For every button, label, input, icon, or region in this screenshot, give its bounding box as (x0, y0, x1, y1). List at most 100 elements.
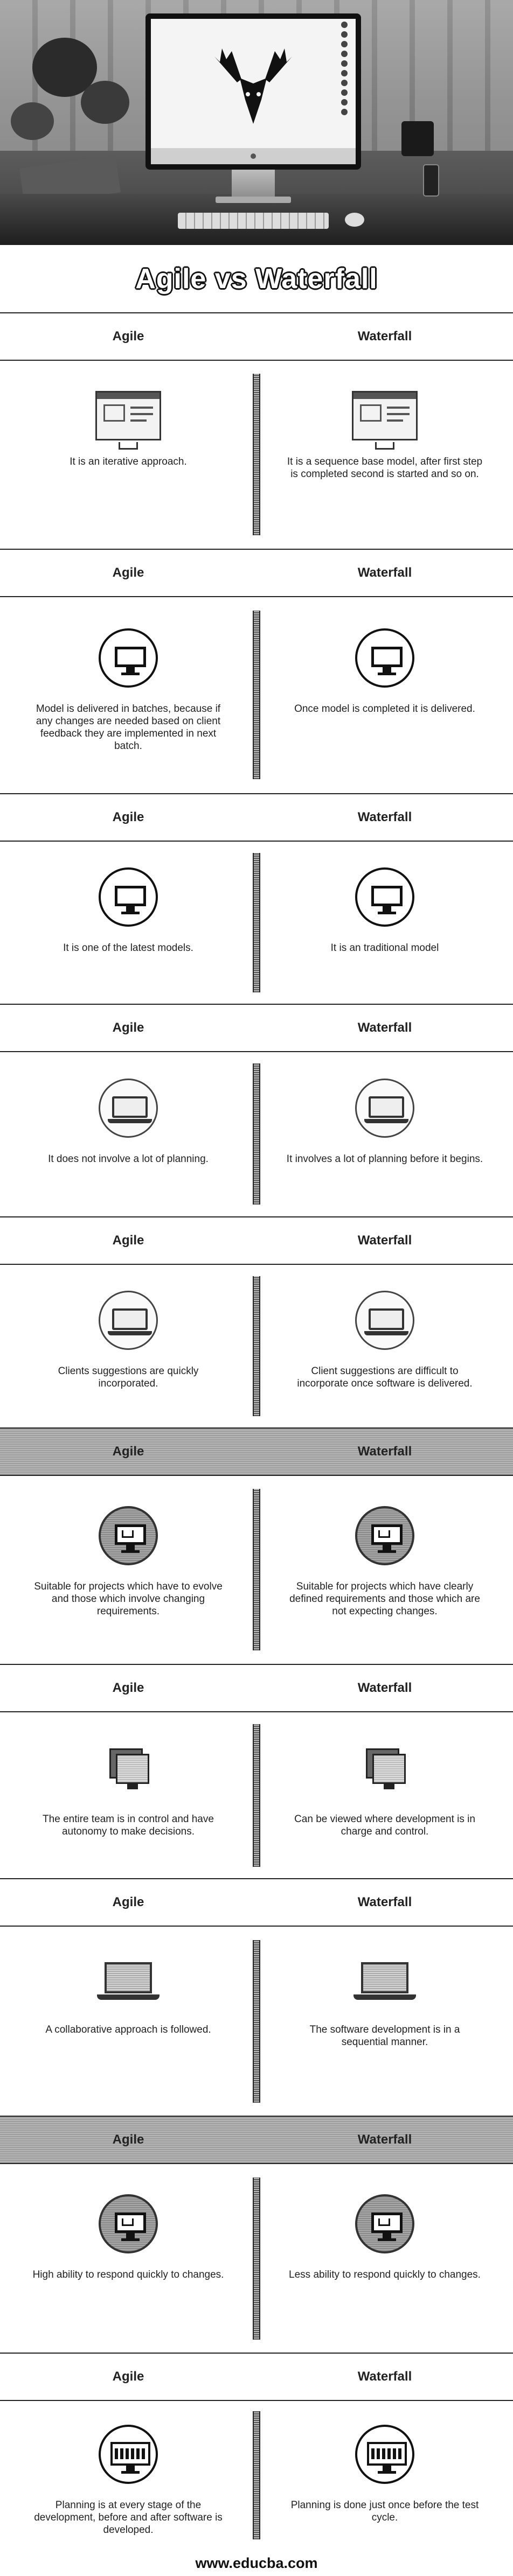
app-icon (341, 22, 348, 28)
column-header-waterfall: Waterfall (357, 1020, 412, 1035)
column-header-agile: Agile (112, 2132, 144, 2147)
column-header-waterfall: Waterfall (357, 810, 412, 824)
comparison-row: Planning is at every stage of the develo… (0, 2401, 513, 2550)
agile-description: High ability to respond quickly to chang… (32, 2269, 224, 2280)
monitor-base (216, 197, 291, 203)
column-header-waterfall: Waterfall (357, 1681, 412, 1695)
waterfall-cell: It is a sequence base model, after first… (256, 391, 513, 480)
grey-circle-monitor-icon (355, 1506, 414, 1565)
app-icon (341, 41, 348, 47)
laptop-icon (99, 1291, 158, 1350)
grey-circle-monitor-icon (99, 1506, 158, 1565)
agile-description: Model is delivered in batches, because i… (36, 703, 221, 752)
agile-cell: High ability to respond quickly to chang… (0, 2194, 256, 2281)
agile-description: It is one of the latest models. (63, 942, 193, 954)
column-header-agile: Agile (112, 2369, 144, 2384)
waterfall-cell: Suitable for projects which have clearly… (256, 1506, 513, 1618)
mouse (345, 213, 364, 227)
agile-description: Suitable for projects which have to evol… (34, 1581, 223, 1617)
circle-monitor-icon (355, 867, 414, 927)
laptop-icon (355, 1291, 414, 1350)
column-header-row: Agile Waterfall (0, 549, 513, 597)
app-icon (341, 99, 348, 106)
plain-laptop-icon (352, 1957, 417, 2008)
column-header-agile: Agile (112, 1681, 144, 1695)
comparison-row: Suitable for projects which have to evol… (0, 1476, 513, 1664)
waterfall-description: Client suggestions are difficult to inco… (297, 1366, 473, 1389)
comparison-row: The entire team is in control and have a… (0, 1712, 513, 1878)
agile-description: A collaborative approach is followed. (45, 2024, 211, 2035)
agile-cell: Model is delivered in batches, because i… (0, 628, 256, 752)
agile-description: The entire team is in control and have a… (43, 1814, 214, 1837)
circle-monitor-icon (99, 628, 158, 688)
waterfall-description: Planning is done just once before the te… (290, 2500, 479, 2523)
waterfall-description: It is a sequence base model, after first… (287, 456, 483, 480)
column-header-waterfall: Waterfall (357, 1895, 412, 1909)
monitor-screen (151, 19, 356, 148)
column-header-row: Agile Waterfall (0, 793, 513, 842)
waterfall-cell: Less ability to respond quickly to chang… (256, 2194, 513, 2281)
waterfall-cell: Client suggestions are difficult to inco… (256, 1291, 513, 1390)
column-header-waterfall: Waterfall (357, 329, 412, 344)
hero-monitor (145, 13, 361, 170)
waterfall-description: Can be viewed where development is in ch… (294, 1814, 475, 1837)
grey-circle-monitor-icon (355, 2194, 414, 2253)
monitor-window-icon (352, 391, 418, 450)
waterfall-cell: Planning is done just once before the te… (256, 2425, 513, 2524)
comparison-row: Model is delivered in batches, because i… (0, 597, 513, 793)
app-icon (341, 70, 348, 76)
stacked-monitor-icon (99, 1739, 158, 1798)
circle-monitor-icon (355, 628, 414, 688)
column-header-waterfall: Waterfall (357, 1233, 412, 1248)
dock-icons (337, 22, 353, 118)
app-icon (341, 109, 348, 115)
waterfall-cell: The software development is in a sequent… (256, 1957, 513, 2048)
agile-description: Planning is at every stage of the develo… (34, 2500, 223, 2536)
app-icon (341, 31, 348, 38)
busy-monitor-icon (355, 2425, 414, 2484)
waterfall-description: Once model is completed it is delivered. (294, 703, 475, 715)
title-bar: Agile vs Waterfall (0, 245, 513, 312)
agile-description: It is an iterative approach. (70, 456, 187, 467)
waterfall-description: Suitable for projects which have clearly… (289, 1581, 480, 1617)
comparison-row: It does not involve a lot of planning. It… (0, 1052, 513, 1216)
agile-cell: Suitable for projects which have to evol… (0, 1506, 256, 1618)
column-header-waterfall: Waterfall (357, 1444, 412, 1459)
column-header-agile: Agile (112, 1895, 144, 1909)
waterfall-description: Less ability to respond quickly to chang… (289, 2269, 481, 2280)
column-header-agile: Agile (112, 1020, 144, 1035)
column-header-row: Agile Waterfall (0, 2116, 513, 2164)
column-header-row: Agile Waterfall (0, 1427, 513, 1476)
waterfall-cell: It involves a lot of planning before it … (256, 1079, 513, 1165)
comparison-row: High ability to respond quickly to chang… (0, 2164, 513, 2353)
column-header-agile: Agile (112, 329, 144, 344)
comparison-row: It is an iterative approach. It is a sequ… (0, 361, 513, 549)
laptop-icon (355, 1079, 414, 1138)
agile-cell: It does not involve a lot of planning. (0, 1079, 256, 1165)
monitor-window-icon (95, 391, 161, 450)
camera-decoration (401, 121, 434, 156)
column-header-agile: Agile (112, 1444, 144, 1459)
column-header-row: Agile Waterfall (0, 1664, 513, 1712)
column-header-agile: Agile (112, 810, 144, 824)
phone-decoration (423, 164, 439, 197)
hero-illustration (0, 0, 513, 245)
comparison-row: It is one of the latest models. It is an … (0, 842, 513, 1004)
waterfall-cell: Can be viewed where development is in ch… (256, 1739, 513, 1838)
busy-monitor-icon (99, 2425, 158, 2484)
app-icon (341, 89, 348, 96)
agile-cell: A collaborative approach is followed. (0, 1957, 256, 2036)
column-header-agile: Agile (112, 565, 144, 580)
agile-cell: It is an iterative approach. (0, 391, 256, 468)
column-header-row: Agile Waterfall (0, 1004, 513, 1052)
comparison-row: A collaborative approach is followed. The… (0, 1927, 513, 2116)
footer-url: www.educba.com (195, 2554, 318, 2571)
plain-laptop-icon (96, 1957, 161, 2008)
waterfall-description: It is an traditional model (330, 942, 439, 954)
laptop-icon (99, 1079, 158, 1138)
waterfall-cell: It is an traditional model (256, 867, 513, 954)
agile-cell: It is one of the latest models. (0, 867, 256, 954)
waterfall-description: The software development is in a sequent… (309, 2024, 460, 2048)
column-header-waterfall: Waterfall (357, 2369, 412, 2384)
circle-monitor-icon (99, 867, 158, 927)
